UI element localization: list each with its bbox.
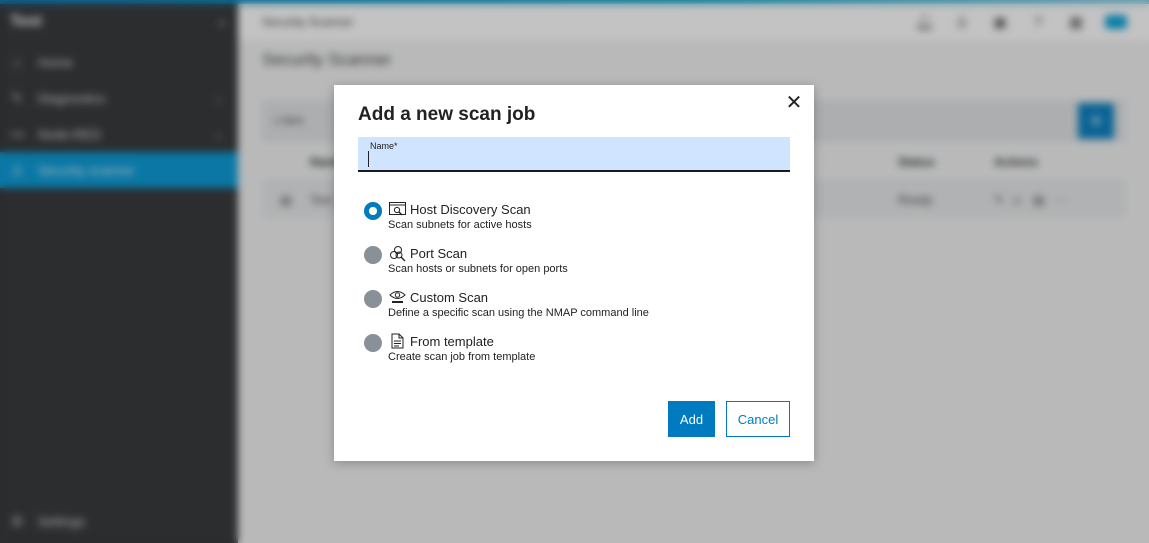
name-input[interactable] <box>368 151 778 167</box>
option-title: Host Discovery Scan <box>410 201 531 217</box>
close-icon[interactable]: ✕ <box>784 93 804 113</box>
option-port-scan[interactable]: Port Scan Scan hosts or subnets for open… <box>364 243 649 287</box>
radio-host-discovery[interactable] <box>364 202 382 220</box>
name-field-label: Name* <box>370 141 398 151</box>
option-description: Define a specific scan using the NMAP co… <box>388 307 649 319</box>
option-from-template[interactable]: From template Create scan job from templ… <box>364 331 649 375</box>
option-title: From template <box>410 333 494 349</box>
option-title: Port Scan <box>410 245 468 261</box>
add-scan-job-dialog: ✕ Add a new scan job Name* Host Discover… <box>334 85 814 461</box>
option-custom-scan[interactable]: Custom Scan Define a specific scan using… <box>364 287 649 331</box>
add-button[interactable]: Add <box>668 401 715 437</box>
cancel-button[interactable]: Cancel <box>726 401 790 437</box>
radio-port-scan[interactable] <box>364 246 382 264</box>
host-discovery-icon <box>388 200 406 218</box>
option-description: Scan hosts or subnets for open ports <box>388 263 568 275</box>
template-icon <box>388 332 406 350</box>
radio-custom-scan[interactable] <box>364 290 382 308</box>
option-description: Create scan job from template <box>388 351 536 363</box>
dialog-title: Add a new scan job <box>358 104 536 125</box>
radio-from-template[interactable] <box>364 334 382 352</box>
nmap-eye-icon <box>388 288 406 306</box>
option-host-discovery[interactable]: Host Discovery Scan Scan subnets for act… <box>364 199 649 243</box>
option-title: Custom Scan <box>410 289 489 305</box>
option-description: Scan subnets for active hosts <box>388 219 532 231</box>
port-scan-icon <box>388 244 406 262</box>
name-field[interactable]: Name* <box>358 137 790 172</box>
scan-type-radio-group: Host Discovery Scan Scan subnets for act… <box>364 199 649 375</box>
